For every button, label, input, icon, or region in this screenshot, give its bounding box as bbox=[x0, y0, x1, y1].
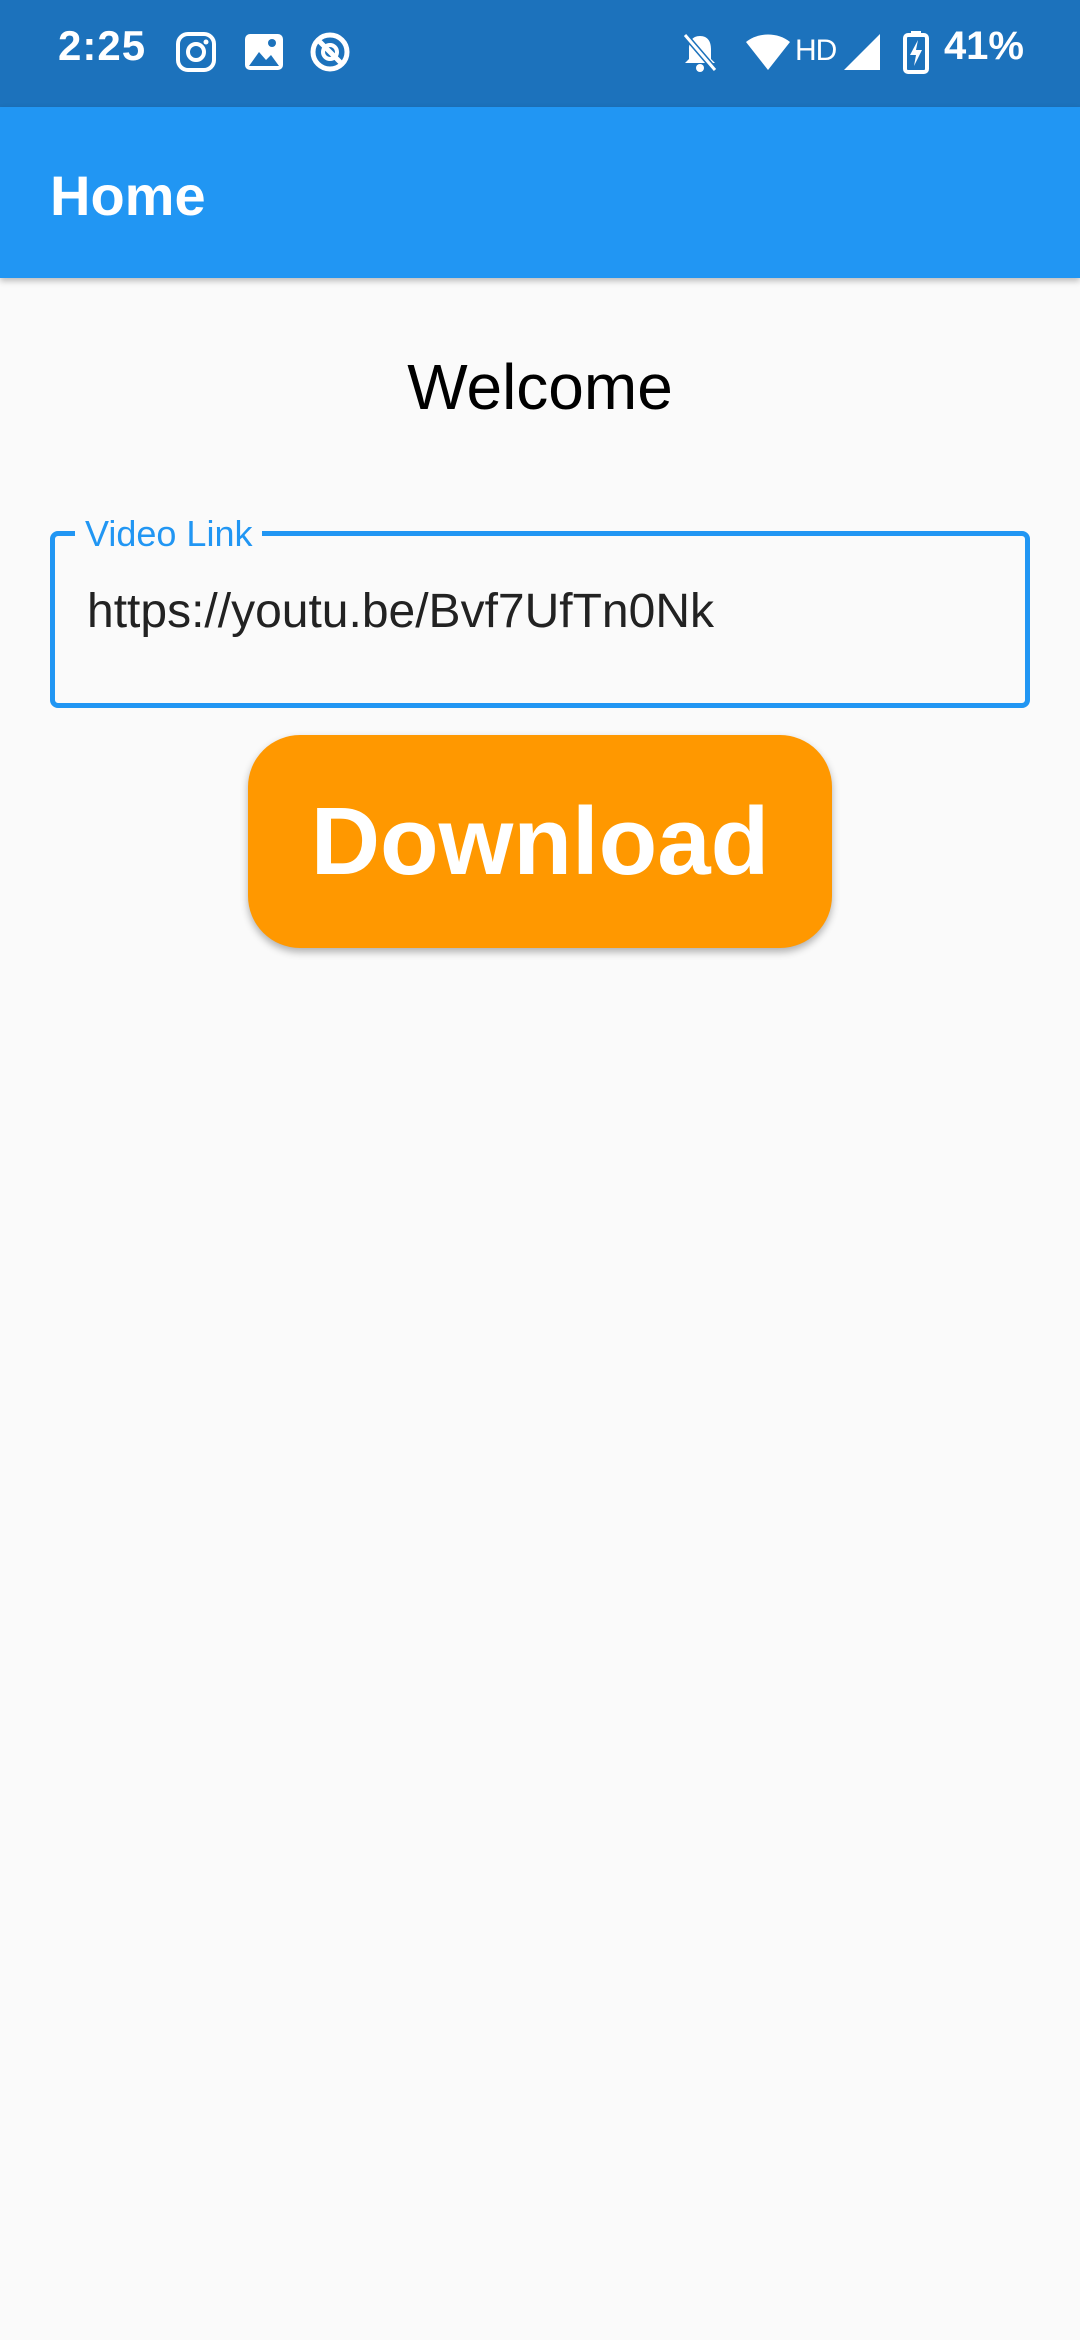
wifi-icon bbox=[744, 30, 792, 74]
battery-percent: 41% bbox=[943, 24, 1024, 68]
video-link-input[interactable] bbox=[87, 584, 987, 639]
app-bar: Home bbox=[0, 107, 1080, 278]
gallery-icon bbox=[244, 30, 284, 74]
sync-icon bbox=[308, 30, 352, 74]
video-link-label: Video Link bbox=[75, 512, 263, 556]
instagram-icon bbox=[176, 30, 216, 74]
signal-icon bbox=[842, 30, 882, 74]
welcome-text: Welcome bbox=[407, 351, 673, 423]
page-title: Home bbox=[50, 164, 206, 227]
battery-charging-icon bbox=[902, 30, 930, 74]
video-link-field[interactable]: Video Link bbox=[50, 512, 1030, 708]
download-button[interactable]: Download bbox=[248, 735, 832, 948]
status-bar: 2:25 HD 41% bbox=[0, 0, 1080, 107]
status-time: 2:25 bbox=[58, 22, 147, 69]
notifications-off-icon bbox=[680, 30, 720, 74]
network-type-label: HD bbox=[795, 34, 837, 67]
